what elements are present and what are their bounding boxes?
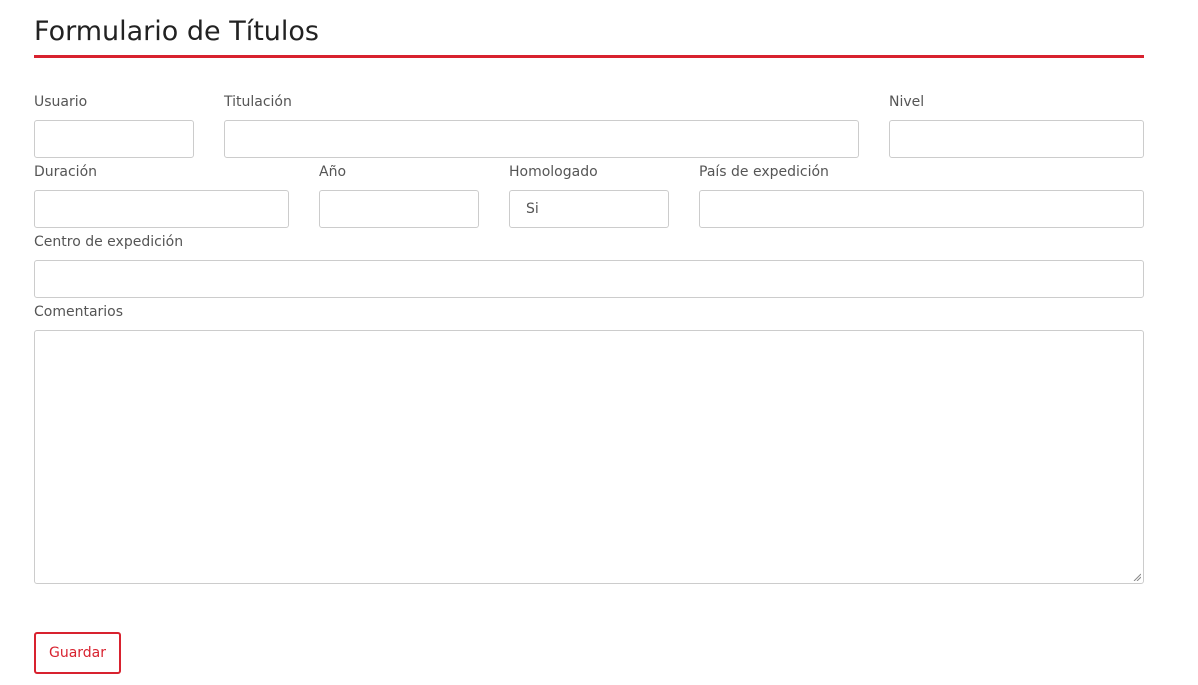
anio-label: Año — [319, 164, 347, 180]
titles-form-page: Formulario de Títulos Usuario Titulación… — [0, 0, 1198, 685]
page-title: Formulario de Títulos — [34, 16, 319, 47]
resize-grip-icon[interactable] — [1133, 573, 1141, 581]
usuario-label: Usuario — [34, 94, 88, 110]
nivel-input[interactable] — [889, 120, 1144, 158]
comentarios-textarea[interactable] — [34, 330, 1144, 584]
nivel-label: Nivel — [889, 94, 925, 110]
duracion-input[interactable] — [34, 190, 289, 228]
pais-label: País de expedición — [699, 164, 829, 180]
pais-input[interactable] — [699, 190, 1144, 228]
usuario-input[interactable] — [34, 120, 194, 158]
homologado-label: Homologado — [509, 164, 598, 180]
duracion-label: Duración — [34, 164, 98, 180]
titulacion-input[interactable] — [224, 120, 859, 158]
save-button[interactable]: Guardar — [34, 632, 121, 674]
comentarios-label: Comentarios — [34, 304, 124, 320]
centro-label: Centro de expedición — [34, 234, 184, 250]
homologado-input[interactable]: Si — [509, 190, 669, 228]
anio-input[interactable] — [319, 190, 479, 228]
title-underline — [34, 55, 1144, 58]
titulacion-label: Titulación — [224, 94, 292, 110]
centro-input[interactable] — [34, 260, 1144, 298]
